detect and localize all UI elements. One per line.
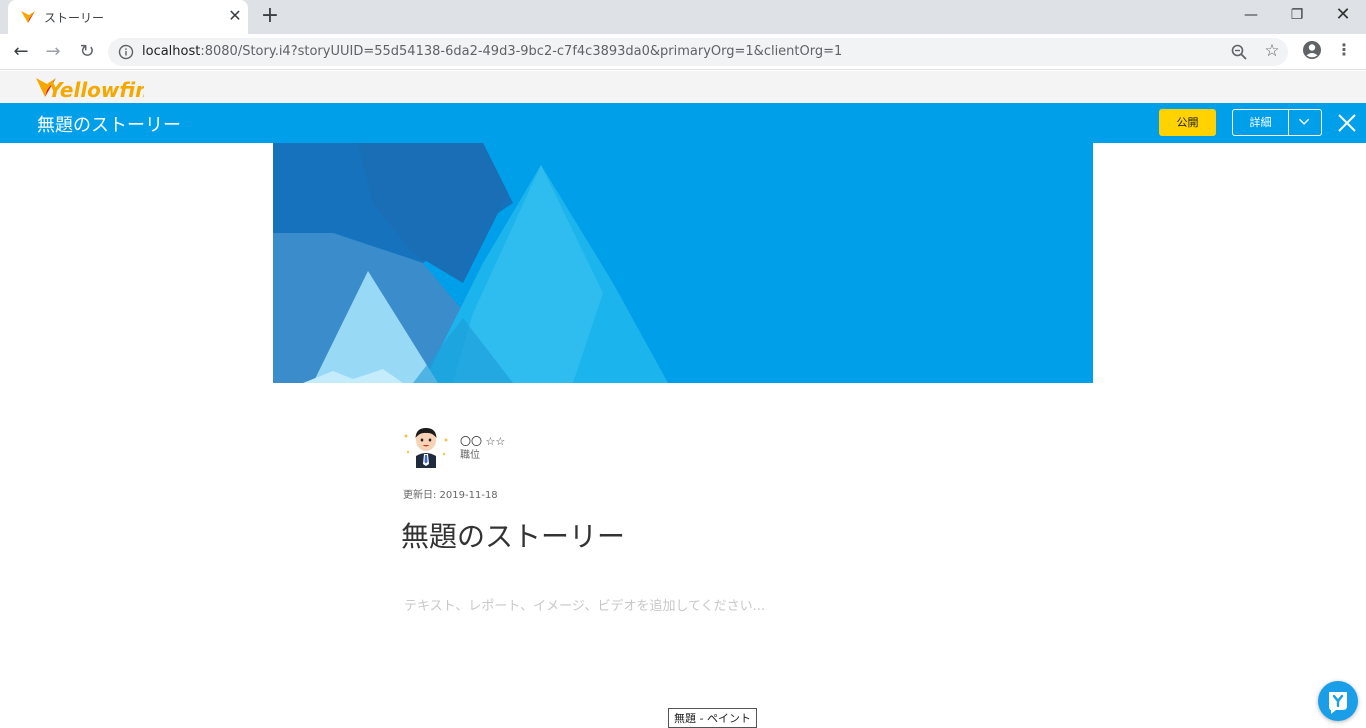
assistant-button[interactable]: [1318, 681, 1358, 721]
yellowfin-logo[interactable]: Yellowfin: [34, 75, 144, 103]
browser-toolbar: ← → ↻ localhost:8080/Story.i4?storyUUID=…: [0, 34, 1366, 70]
address-bar[interactable]: localhost:8080/Story.i4?storyUUID=55d541…: [108, 38, 1288, 66]
story-content-editor[interactable]: テキスト、レポート、イメージ、ビデオを追加してください...: [404, 595, 765, 614]
window-minimize-button[interactable]: —: [1236, 4, 1266, 26]
header-story-title: 無題のストーリー: [37, 115, 181, 136]
yellowfin-favicon-icon: [21, 11, 35, 23]
story-banner-image: [273, 143, 1093, 383]
new-tab-button[interactable]: +: [258, 5, 282, 29]
tab-close-icon[interactable]: ✕: [226, 7, 244, 25]
url-path: :8080/Story.i4?storyUUID=55d54138-6da2-4…: [200, 44, 843, 59]
back-button[interactable]: ←: [9, 40, 33, 64]
window-restore-button[interactable]: ❐: [1282, 4, 1312, 26]
author-role: 職位: [460, 450, 480, 461]
forward-button[interactable]: →: [41, 40, 65, 64]
star-icon[interactable]: ☆: [1262, 41, 1282, 61]
details-dropdown-button[interactable]: [1288, 109, 1322, 136]
profile-icon[interactable]: [1302, 40, 1322, 60]
zoom-icon[interactable]: [1230, 43, 1248, 61]
story-title[interactable]: 無題のストーリー: [401, 515, 625, 555]
publish-button[interactable]: 公開: [1159, 109, 1216, 136]
browser-menu-icon[interactable]: ⋮: [1334, 40, 1354, 60]
updated-date: 更新日: 2019-11-18: [403, 490, 498, 501]
url-text[interactable]: localhost:8080/Story.i4?storyUUID=55d541…: [142, 44, 842, 59]
taskbar-tooltip: 無題 - ペイント: [668, 708, 757, 728]
details-button[interactable]: 詳細: [1232, 109, 1289, 136]
app-logo-bar: Yellowfin: [0, 71, 1366, 103]
url-host: localhost: [142, 44, 201, 59]
close-icon[interactable]: [1336, 112, 1358, 134]
reload-button[interactable]: ↻: [75, 40, 99, 64]
svg-text:Yellowfin: Yellowfin: [48, 78, 144, 102]
tab-title: ストーリー: [44, 11, 105, 25]
author-avatar: [404, 428, 448, 468]
browser-tab[interactable]: ストーリー ✕: [8, 0, 248, 34]
info-icon[interactable]: [118, 44, 134, 60]
chevron-down-icon: [1298, 118, 1310, 125]
browser-tab-strip: ストーリー ✕ + — ❐ ✕: [0, 0, 1366, 34]
window-close-button[interactable]: ✕: [1328, 4, 1358, 26]
assistant-icon: [1329, 692, 1347, 714]
story-header-bar: 無題のストーリー 公開 詳細: [0, 103, 1366, 143]
